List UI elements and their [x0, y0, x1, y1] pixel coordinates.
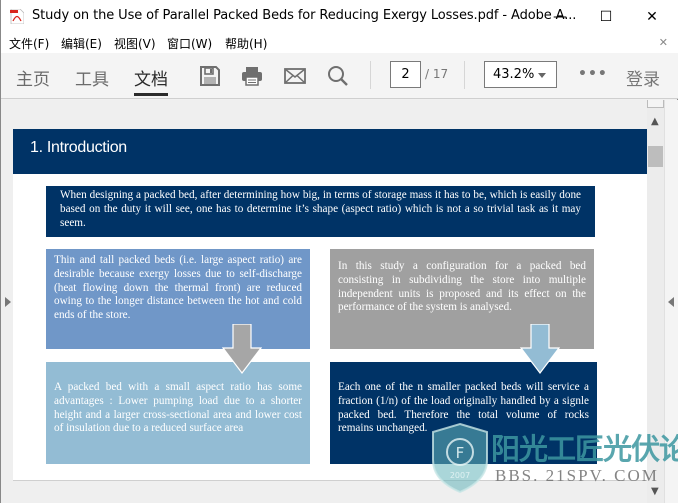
- intro-text-box: When designing a packed bed, after deter…: [46, 186, 595, 237]
- scroll-thumb[interactable]: [648, 146, 663, 167]
- page-total: / 17: [425, 67, 449, 81]
- expand-right-icon: [668, 297, 674, 307]
- minimize-button[interactable]: —: [537, 0, 583, 33]
- scroll-up-icon[interactable]: ▲: [651, 116, 659, 127]
- left-panel-toggle[interactable]: [1, 100, 13, 503]
- chevron-down-icon: [538, 73, 546, 78]
- menu-help[interactable]: 帮助(H): [225, 35, 267, 52]
- expand-left-icon: [5, 297, 11, 307]
- email-icon[interactable]: [284, 65, 306, 87]
- zoom-value: 43.2%: [493, 67, 535, 82]
- tab-document[interactable]: 文档: [134, 65, 168, 90]
- document-viewport: 1. Introduction When designing a packed …: [1, 100, 647, 503]
- tall-beds-box: Thin and tall packed beds (i.e. large as…: [46, 249, 310, 349]
- close-document-icon[interactable]: ✕: [659, 36, 668, 49]
- maximize-icon: ☐: [599, 8, 613, 25]
- close-button[interactable]: ✕: [629, 0, 675, 33]
- login-button[interactable]: 登录: [626, 65, 660, 90]
- active-tab-indicator: [134, 93, 168, 96]
- pdf-page: 1. Introduction When designing a packed …: [13, 129, 647, 481]
- right-panel-toggle[interactable]: [664, 100, 678, 503]
- parallel-beds-box: Each one of the n smaller packed beds wi…: [330, 362, 597, 464]
- tab-tools[interactable]: 工具: [75, 65, 109, 90]
- section-title: 1. Introduction: [30, 139, 127, 156]
- maximize-button[interactable]: ☐: [583, 0, 629, 33]
- toolbar-divider: [370, 61, 371, 89]
- menu-window[interactable]: 窗口(W): [167, 35, 212, 52]
- minimize-icon: —: [553, 8, 567, 25]
- title-bar: Study on the Use of Parallel Packed Beds…: [1, 0, 678, 33]
- small-aspect-box: A packed bed with a small aspect ratio h…: [46, 362, 310, 464]
- scroll-splitter[interactable]: [647, 100, 664, 108]
- down-arrow-icon: [520, 324, 560, 374]
- acrobat-window: Study on the Use of Parallel Packed Beds…: [0, 0, 678, 503]
- search-icon[interactable]: [327, 65, 349, 87]
- toolbar: 主页 工具 文档 2 / 17 43.2% ••• 登录: [1, 53, 678, 99]
- close-icon: ✕: [646, 8, 658, 25]
- menu-edit[interactable]: 编辑(E): [61, 35, 102, 52]
- section-header: 1. Introduction: [13, 129, 647, 174]
- down-arrow-icon: [222, 324, 262, 374]
- print-icon[interactable]: [241, 65, 263, 87]
- tab-home[interactable]: 主页: [16, 65, 50, 90]
- scroll-down-icon[interactable]: ▼: [651, 486, 659, 497]
- vertical-scrollbar[interactable]: ▲ ▼: [647, 100, 664, 503]
- pdf-app-icon: [10, 9, 24, 24]
- toolbar-divider: [464, 61, 465, 89]
- menu-view[interactable]: 视图(V): [114, 35, 156, 52]
- save-icon[interactable]: [199, 65, 221, 87]
- more-options-button[interactable]: •••: [578, 66, 608, 82]
- menu-file[interactable]: 文件(F): [9, 35, 49, 52]
- zoom-dropdown[interactable]: 43.2%: [484, 61, 557, 88]
- page-number-input[interactable]: 2: [390, 61, 421, 88]
- window-title: Study on the Use of Parallel Packed Beds…: [32, 8, 577, 23]
- menu-bar: 文件(F) 编辑(E) 视图(V) 窗口(W) 帮助(H) ✕: [1, 33, 678, 53]
